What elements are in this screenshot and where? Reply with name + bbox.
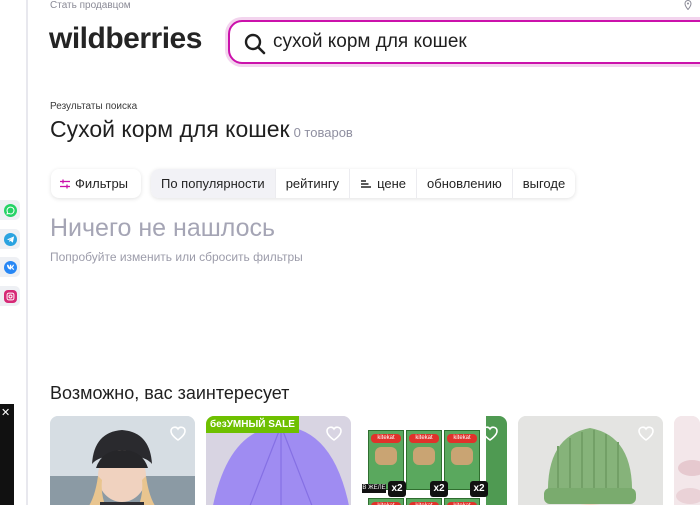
heart-icon[interactable] <box>324 423 344 443</box>
location-button[interactable] <box>684 0 692 13</box>
sort-rating[interactable]: рейтингу <box>274 169 349 198</box>
sort-label: По популярности <box>161 176 265 191</box>
cat-image <box>413 447 435 465</box>
sort-label: цене <box>377 176 407 191</box>
product-card[interactable]: безУМНЫЙ SALE <box>206 416 351 505</box>
sort-bar: По популярности рейтингу цене обновлению… <box>151 169 576 198</box>
results-count: 0 товаров <box>293 125 353 140</box>
sort-label: рейтингу <box>285 176 340 191</box>
telegram-button[interactable] <box>0 229 20 249</box>
empty-state-title: Ничего не нашлось <box>50 214 276 242</box>
sort-popularity[interactable]: По популярности <box>151 169 275 198</box>
logo[interactable]: wildberries <box>49 22 202 56</box>
page-title-text: Сухой корм для кошек <box>50 116 290 142</box>
search-bar[interactable]: сухой корм для кошек <box>228 20 700 64</box>
search-icon <box>244 33 266 55</box>
product-card[interactable] <box>674 416 700 505</box>
filters-label: Фильтры <box>75 176 129 191</box>
sort-updated[interactable]: обновлению <box>416 169 512 198</box>
jelly-tag: В ЖЕЛЕ <box>362 484 386 493</box>
heart-icon[interactable] <box>636 423 656 443</box>
heart-icon[interactable] <box>480 423 500 443</box>
sort-benefit[interactable]: выгоде <box>511 169 575 198</box>
vk-button[interactable] <box>0 257 20 277</box>
location-pin-icon <box>684 0 692 11</box>
video-panel: ✕ <box>0 404 14 505</box>
vk-icon <box>3 260 17 274</box>
cat-image <box>375 447 397 465</box>
product-pack: kitekat <box>444 498 480 505</box>
multiplier-badge: x2 <box>430 481 448 497</box>
product-image <box>674 416 700 505</box>
brand-label: kitekat <box>447 434 477 443</box>
filters-button[interactable]: Фильтры <box>51 169 141 198</box>
empty-state-subtitle: Попробуйте изменить или сбросить фильтры <box>50 250 303 264</box>
multiplier-badge: x2 <box>470 481 488 497</box>
product-pack: kitekat <box>406 498 442 505</box>
search-input[interactable]: сухой корм для кошек <box>273 31 467 53</box>
multiplier-badge: x2 <box>388 481 406 497</box>
product-card[interactable] <box>518 416 663 505</box>
sort-price[interactable]: цене <box>349 169 416 198</box>
sort-label: выгоде <box>522 176 566 191</box>
instagram-icon <box>3 289 17 303</box>
cat-image <box>451 447 473 465</box>
sale-badge: безУМНЫЙ SALE <box>206 416 299 433</box>
product-pack: kitekat <box>368 498 404 505</box>
sort-order-icon <box>361 179 372 188</box>
recommendations-title: Возможно, вас заинтересует <box>50 383 290 403</box>
telegram-icon <box>3 232 17 246</box>
close-icon[interactable]: ✕ <box>1 408 10 419</box>
whatsapp-button[interactable] <box>0 200 20 220</box>
product-card[interactable]: kitekat kitekat kitekat В ЖЕЛЕ x2 x2 x2 … <box>362 416 507 505</box>
breadcrumb: Результаты поиска <box>50 101 138 112</box>
product-card[interactable] <box>50 416 195 505</box>
sort-label: обновлению <box>427 176 502 191</box>
filter-sliders-icon <box>60 179 70 188</box>
whatsapp-icon <box>3 203 17 217</box>
heart-icon[interactable] <box>168 423 188 443</box>
page-title: Сухой корм для кошек 0 товаров <box>50 116 353 143</box>
brand-label: kitekat <box>371 434 401 443</box>
instagram-button[interactable] <box>0 286 20 306</box>
brand-label: kitekat <box>409 434 439 443</box>
become-seller-link[interactable]: Стать продавцом <box>50 0 131 11</box>
